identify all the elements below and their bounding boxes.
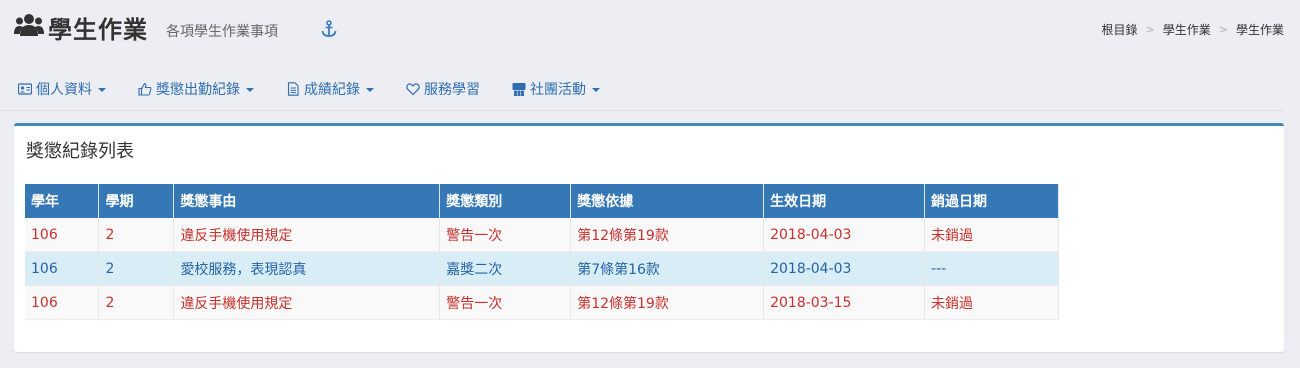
records-panel: 獎懲紀錄列表 學年 學期 獎懲事由 獎懲類別 獎懲依據 生效日期 銷過日期 10… bbox=[14, 123, 1284, 352]
column-header[interactable]: 生效日期 bbox=[763, 184, 926, 218]
nav-label: 成績紀錄 bbox=[304, 82, 360, 98]
anchor-icon[interactable] bbox=[320, 20, 338, 38]
cell-basis: 第12條第19款 bbox=[570, 218, 765, 252]
cell-year: 106 bbox=[25, 285, 100, 320]
breadcrumb-separator: > bbox=[1145, 23, 1155, 36]
cell-semester: 2 bbox=[98, 218, 175, 252]
cell-type: 嘉獎二次 bbox=[439, 251, 572, 286]
caret-down-icon bbox=[592, 88, 600, 92]
breadcrumb-separator: > bbox=[1218, 23, 1228, 36]
breadcrumb-root[interactable]: 根目錄 bbox=[1102, 21, 1138, 38]
caret-down-icon bbox=[98, 88, 106, 92]
heart-icon bbox=[406, 83, 420, 96]
cell-year: 106 bbox=[25, 251, 100, 286]
cell-cancel-date: --- bbox=[924, 251, 1059, 286]
caret-down-icon bbox=[366, 88, 374, 92]
breadcrumb-current: 學生作業 bbox=[1235, 23, 1284, 37]
column-header[interactable]: 學年 bbox=[25, 184, 100, 218]
cell-effective-date: 2018-04-03 bbox=[763, 218, 926, 252]
column-header[interactable]: 銷過日期 bbox=[924, 184, 1059, 218]
cell-basis: 第12條第19款 bbox=[570, 285, 765, 320]
breadcrumb-section[interactable]: 學生作業 bbox=[1163, 21, 1211, 38]
main-nav: 個人資料 獎懲出勤紀錄 成績紀錄 服務學習 社團活動 bbox=[0, 68, 1284, 111]
users-icon bbox=[14, 14, 44, 36]
breadcrumb: 根目錄 > 學生作業 > 學生作業 bbox=[1102, 21, 1284, 38]
cell-reason: 違反手機使用規定 bbox=[173, 218, 441, 252]
cell-effective-date: 2018-04-03 bbox=[763, 251, 926, 286]
cell-reason: 愛校服務，表現認真 bbox=[173, 251, 441, 286]
nav-personal-info[interactable]: 個人資料 bbox=[0, 68, 120, 110]
cell-effective-date: 2018-03-15 bbox=[763, 285, 926, 320]
nav-service-learning[interactable]: 服務學習 bbox=[388, 68, 494, 110]
group-icon bbox=[512, 83, 526, 96]
column-header[interactable]: 學期 bbox=[98, 184, 175, 218]
nav-label: 個人資料 bbox=[36, 82, 92, 98]
table-row[interactable]: 106 2 愛校服務，表現認真 嘉獎二次 第7條第16款 2018-04-03 … bbox=[25, 251, 1059, 286]
records-table: 學年 學期 獎懲事由 獎懲類別 獎懲依據 生效日期 銷過日期 106 2 違反手… bbox=[25, 184, 1059, 320]
cell-reason: 違反手機使用規定 bbox=[173, 285, 441, 320]
nav-label: 服務學習 bbox=[424, 82, 480, 98]
nav-label: 社團活動 bbox=[530, 82, 586, 98]
cell-semester: 2 bbox=[98, 285, 175, 320]
column-header[interactable]: 獎懲事由 bbox=[173, 184, 441, 218]
panel-title: 獎懲紀錄列表 bbox=[26, 141, 134, 162]
cell-cancel-date: 未銷過 bbox=[924, 285, 1059, 320]
thumbs-up-icon bbox=[138, 82, 152, 96]
column-header[interactable]: 獎懲依據 bbox=[570, 184, 765, 218]
table-header-row: 學年 學期 獎懲事由 獎懲類別 獎懲依據 生效日期 銷過日期 bbox=[25, 184, 1059, 218]
nav-grades[interactable]: 成績紀錄 bbox=[268, 68, 388, 110]
cell-type: 警告一次 bbox=[439, 218, 572, 252]
page-header: 學生作業 各項學生作業事項 根目錄 > 學生作業 > 學生作業 bbox=[0, 0, 1300, 56]
cell-cancel-date: 未銷過 bbox=[924, 218, 1059, 252]
table-row[interactable]: 106 2 違反手機使用規定 警告一次 第12條第19款 2018-04-03 … bbox=[25, 218, 1059, 252]
nav-rewards-attendance[interactable]: 獎懲出勤紀錄 bbox=[120, 68, 268, 110]
page-subtitle: 各項學生作業事項 bbox=[166, 24, 278, 40]
nav-club-activities[interactable]: 社團活動 bbox=[494, 68, 614, 110]
table-row[interactable]: 106 2 違反手機使用規定 警告一次 第12條第19款 2018-03-15 … bbox=[25, 285, 1059, 320]
cell-semester: 2 bbox=[98, 251, 175, 286]
cell-year: 106 bbox=[25, 218, 100, 252]
column-header[interactable]: 獎懲類別 bbox=[439, 184, 572, 218]
caret-down-icon bbox=[246, 88, 254, 92]
document-icon bbox=[287, 82, 299, 96]
cell-basis: 第7條第16款 bbox=[570, 251, 765, 286]
page-title: 學生作業 bbox=[48, 16, 148, 44]
cell-type: 警告一次 bbox=[439, 285, 572, 320]
nav-label: 獎懲出勤紀錄 bbox=[156, 82, 240, 98]
id-card-icon bbox=[18, 83, 32, 95]
